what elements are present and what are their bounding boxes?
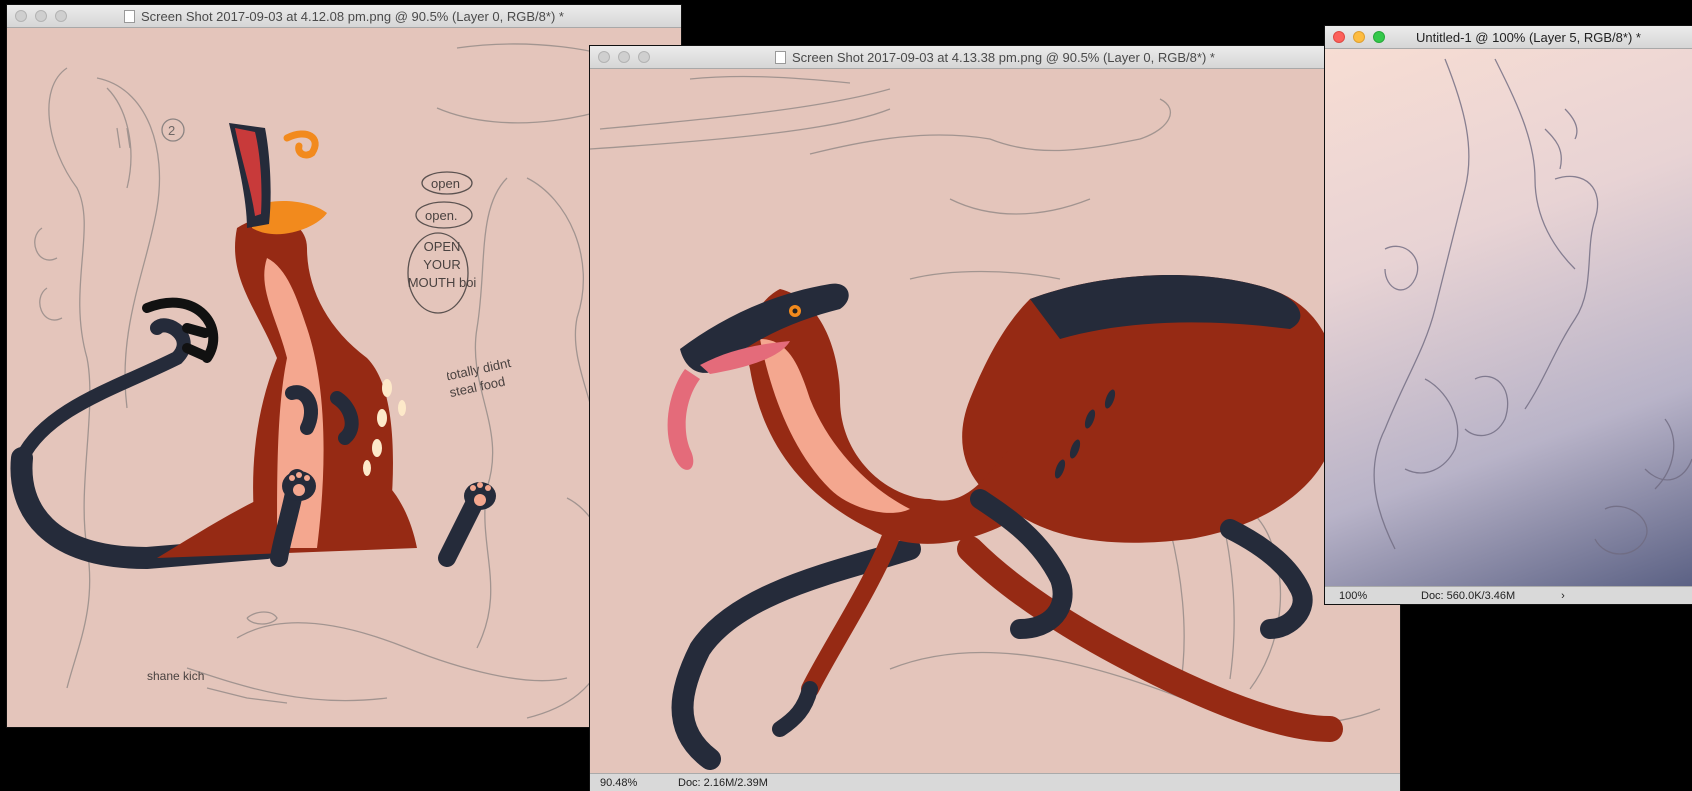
- close-light-icon[interactable]: [598, 51, 610, 63]
- window-controls: [1333, 31, 1385, 43]
- status-bar: 100% Doc: 560.0K/3.46M ›: [1325, 586, 1692, 604]
- artwork-untitled: [1373, 58, 1692, 555]
- window-title: Screen Shot 2017-09-03 at 4.13.38 pm.png…: [775, 50, 1215, 65]
- window-titlebar[interactable]: Screen Shot 2017-09-03 at 4.13.38 pm.png…: [590, 46, 1400, 69]
- sketch-note-food: totally didnt steal food: [447, 358, 513, 401]
- sketch-note-number: 2: [168, 123, 175, 138]
- minimize-light-icon[interactable]: [35, 10, 47, 22]
- close-light-icon[interactable]: [1333, 31, 1345, 43]
- zoom-light-icon[interactable]: [55, 10, 67, 22]
- sketch-note-open-2: open.: [425, 208, 458, 223]
- window-title-text: Screen Shot 2017-09-03 at 4.12.08 pm.png…: [141, 8, 564, 24]
- document-canvas[interactable]: 2 open open. OPEN YOUR MOUTH boi totally…: [7, 28, 681, 727]
- document-icon: [775, 50, 787, 64]
- window-title-text: Untitled-1 @ 100% (Layer 5, RGB/8*) *: [1416, 29, 1641, 45]
- close-light-icon[interactable]: [15, 10, 27, 22]
- minimize-light-icon[interactable]: [1353, 31, 1365, 43]
- window-titlebar[interactable]: Untitled-1 @ 100% (Layer 5, RGB/8*) *: [1325, 26, 1692, 49]
- document-icon: [124, 9, 136, 23]
- window-title-text: Screen Shot 2017-09-03 at 4.13.38 pm.png…: [792, 49, 1215, 65]
- window-titlebar[interactable]: Screen Shot 2017-09-03 at 4.12.08 pm.png…: [7, 5, 681, 28]
- creature-drawing: [667, 275, 1343, 770]
- status-bar: 90.48% Doc: 2.16M/2.39M: [590, 773, 1400, 791]
- artwork-main: [590, 75, 1381, 770]
- window-controls: [15, 10, 67, 22]
- document-window-main[interactable]: Screen Shot 2017-09-03 at 4.13.38 pm.png…: [590, 46, 1400, 791]
- document-size: Doc: 560.0K/3.46M: [1421, 589, 1516, 602]
- sketch-note-shane: shane kich: [147, 669, 205, 683]
- sketch-note-open-your-mouth: OPEN YOUR MOUTH boi: [407, 239, 477, 290]
- window-controls: [598, 51, 650, 63]
- document-size: Doc: 2.16M/2.39M: [678, 776, 768, 789]
- zoom-level[interactable]: 100%: [1339, 590, 1409, 602]
- disclosure-arrow-icon[interactable]: ›: [1561, 590, 1565, 602]
- document-canvas[interactable]: [590, 69, 1400, 774]
- window-title: Untitled-1 @ 100% (Layer 5, RGB/8*) *: [1416, 30, 1641, 45]
- zoom-light-icon[interactable]: [638, 51, 650, 63]
- document-canvas[interactable]: [1325, 49, 1692, 587]
- zoom-light-icon[interactable]: [1373, 31, 1385, 43]
- artwork-sheet: 2 open open. OPEN YOUR MOUTH boi totally…: [10, 43, 658, 719]
- window-title: Screen Shot 2017-09-03 at 4.12.08 pm.png…: [124, 9, 564, 24]
- document-window-untitled[interactable]: Untitled-1 @ 100% (Layer 5, RGB/8*) * 10…: [1325, 26, 1692, 604]
- sketch-lines: [1373, 58, 1692, 555]
- zoom-level[interactable]: 90.48%: [600, 777, 672, 789]
- sketch-note-open-1: open: [431, 176, 460, 191]
- minimize-light-icon[interactable]: [618, 51, 630, 63]
- document-window-sheet[interactable]: Screen Shot 2017-09-03 at 4.12.08 pm.png…: [7, 5, 681, 727]
